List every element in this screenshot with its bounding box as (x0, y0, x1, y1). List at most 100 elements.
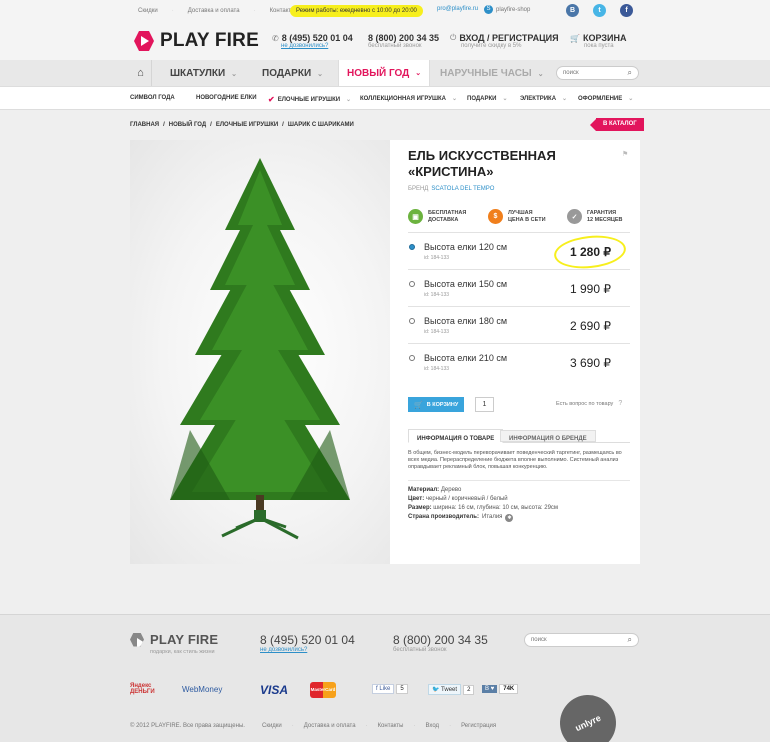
nav-item-boxes[interactable]: ШКАТУЛКИ ⌄ (170, 68, 237, 79)
nav-item-gifts[interactable]: ПОДАРКИ ⌄ (262, 68, 323, 79)
dollar-icon: $ (488, 209, 503, 224)
subnav-item-collection[interactable]: КОЛЛЕКЦИОННАЯ ИГРУШКА ⌄ (360, 95, 458, 103)
tweet-label: Tweet (441, 687, 458, 693)
footer-search-input[interactable] (531, 637, 621, 643)
nav-item-new-year[interactable]: НОВЫЙ ГОД ⌄ (338, 60, 431, 86)
feature-text: БЕСПЛАТНАЯ (428, 209, 467, 216)
attr-value: Дерево (440, 487, 462, 493)
subnav-label: ПОДАРКИ (467, 95, 497, 102)
breadcrumb-sep: / (282, 122, 284, 128)
tweet-button[interactable]: 🐦 Tweet 2 (428, 684, 475, 695)
footer-phone-1: 8 (495) 520 01 04 (260, 633, 355, 647)
chevron-down-icon: ⌄ (628, 96, 634, 102)
option-radio-selected[interactable] (409, 244, 415, 250)
cart-icon: 🛒 (570, 33, 580, 43)
subnav-item-gifts[interactable]: ПОДАРКИ ⌄ (467, 95, 508, 103)
footer-link-register[interactable]: Регистрация (461, 723, 496, 729)
footer-logo[interactable]: PLAY FIRE (130, 632, 218, 647)
footer-link-contacts[interactable]: Контакты (378, 723, 404, 729)
play-logo-icon (134, 31, 154, 51)
login-link[interactable]: ВХОД / РЕГИСТРАЦИЯ (459, 33, 558, 43)
subnav-item-electric[interactable]: ЭЛЕКТРИКА ⌄ (520, 95, 567, 103)
option-price: 1 280 ₽ (570, 245, 611, 259)
unlyre-sticker[interactable]: unlyre (550, 685, 626, 742)
chevron-down-icon: ⌄ (452, 96, 458, 102)
option-row[interactable]: Высота елки 150 см id: 184-133 1 990 ₽ (408, 270, 630, 307)
home-icon[interactable]: ⌂ (130, 60, 152, 86)
top-link-delivery[interactable]: Доставка и оплата (188, 8, 240, 14)
option-row[interactable]: Высота елки 180 см id: 184-133 2 690 ₽ (408, 307, 630, 344)
like-count: 5 (396, 684, 408, 694)
brand-label: БРЕНД (408, 186, 429, 192)
flag-icon[interactable]: ⚑ (622, 150, 628, 158)
add-to-cart-button[interactable]: 🛒 В КОРЗИНУ (408, 397, 465, 412)
breadcrumb-area: ГЛАВНАЯ / НОВЫЙ ГОД / ЕЛОЧНЫЕ ИГРУШКИ / … (0, 110, 770, 140)
breadcrumb-sep: / (163, 122, 165, 128)
help-icon: ? (618, 400, 623, 407)
quantity-input[interactable]: 1 (475, 397, 494, 412)
subnav-item-trees[interactable]: НОВОГОДНИЕ ЕЛКИ (196, 95, 257, 101)
feature-text: ЦЕНА В СЕТИ (508, 216, 546, 223)
search-icon[interactable]: ⌕ (628, 635, 632, 645)
breadcrumb-item[interactable]: ЕЛОЧНЫЕ ИГРУШКИ (216, 122, 278, 128)
footer-link-delivery[interactable]: Доставка и оплата (304, 723, 356, 729)
cart-block[interactable]: 🛒 КОРЗИНА пока пуста (570, 33, 626, 49)
question-link[interactable]: Есть вопрос по товару ? (556, 400, 622, 407)
email-link[interactable]: pro@playfire.ru (437, 6, 478, 12)
cart-link[interactable]: КОРЗИНА (583, 33, 626, 43)
subnav-label: НОВОГОДНИЕ ЕЛКИ (196, 95, 257, 101)
callback-link[interactable]: не дозвонились? (281, 43, 353, 49)
separator: · (449, 723, 452, 729)
option-row[interactable]: Высота елки 120 см id: 184-133 1 280 ₽ (408, 232, 630, 272)
question-label: Есть вопрос по товару (556, 400, 614, 407)
option-label: Высота елки 210 см (424, 353, 508, 363)
tab-brand-info[interactable]: ИНФОРМАЦИЯ О БРЕНДЕ (500, 430, 596, 442)
nav-label: ШКАТУЛКИ (170, 68, 226, 79)
power-icon: ⏻ (450, 33, 457, 42)
subnav-item-decor[interactable]: ОФОРМЛЕНИЕ ⌄ (578, 95, 634, 103)
chevron-down-icon: ⌄ (537, 70, 544, 78)
breadcrumb-item[interactable]: ГЛАВНАЯ (130, 122, 159, 128)
option-price: 2 690 ₽ (570, 319, 611, 333)
footer-logo-text: PLAY FIRE (150, 632, 219, 647)
option-id: id: 184-133 (424, 292, 450, 298)
separator: · (253, 8, 256, 14)
nav-label: ПОДАРКИ (262, 68, 312, 79)
subnav-item-symbol[interactable]: СИМВОЛ ГОДА (130, 95, 175, 101)
option-radio[interactable] (409, 355, 415, 361)
nav-item-watches[interactable]: НАРУЧНЫЕ ЧАСЫ ⌄ (440, 68, 544, 79)
option-radio[interactable] (409, 318, 415, 324)
twitter-icon[interactable]: t (593, 4, 606, 17)
option-row[interactable]: Высота елки 210 см id: 184-133 3 690 ₽ (408, 344, 630, 381)
product-title-line-2: «КРИСТИНА» (408, 164, 494, 179)
divider (408, 480, 630, 481)
skype-link[interactable]: playfire-shop (496, 7, 530, 13)
subnav-item-toys[interactable]: ✔ ЕЛОЧНЫЕ ИГРУШКИ ⌄ (268, 95, 351, 104)
facebook-like-button[interactable]: f Like 5 (372, 684, 408, 694)
product-image[interactable] (130, 140, 390, 564)
feature-text: ГАРАНТИЯ (587, 209, 617, 216)
footer-callback-link[interactable]: не дозвонились? (260, 647, 355, 653)
tab-product-info[interactable]: ИНФОРМАЦИЯ О ТОВАРЕ (408, 429, 504, 443)
facebook-icon[interactable]: f (620, 4, 633, 17)
search-icon[interactable]: ⌕ (628, 68, 632, 78)
vk-share-button[interactable]: В ♥ 74K (482, 684, 519, 694)
sub-nav: СИМВОЛ ГОДА НОВОГОДНИЕ ЕЛКИ ✔ ЕЛОЧНЫЕ ИГ… (0, 86, 770, 110)
search-box: ⌕ (556, 66, 639, 80)
footer-link-discounts[interactable]: Скидки (262, 723, 282, 729)
logo[interactable]: PLAY FIRE (134, 30, 259, 52)
subnav-label: ЭЛЕКТРИКА (520, 95, 557, 102)
search-input[interactable] (563, 70, 619, 76)
chevron-down-icon: ⌄ (502, 96, 508, 102)
yandex-money-logo: Яндекс ДЕНЬГИ (130, 683, 155, 695)
footer-link-login[interactable]: Вход (425, 723, 439, 729)
sticker-label: unlyre (573, 712, 603, 734)
login-block[interactable]: ⏻ ВХОД / РЕГИСТРАЦИЯ получите скидку в 5… (450, 33, 559, 49)
catalog-button[interactable]: В КАТАЛОГ (590, 118, 644, 131)
option-radio[interactable] (409, 281, 415, 287)
top-link-discounts[interactable]: Скидки (138, 8, 158, 14)
brand-link[interactable]: SCATOLA DEL TEMPO (431, 186, 494, 192)
checkmark-icon: ✔ (268, 95, 275, 104)
vkontakte-icon[interactable]: В (566, 4, 579, 17)
breadcrumb-item[interactable]: НОВЫЙ ГОД (169, 122, 206, 128)
